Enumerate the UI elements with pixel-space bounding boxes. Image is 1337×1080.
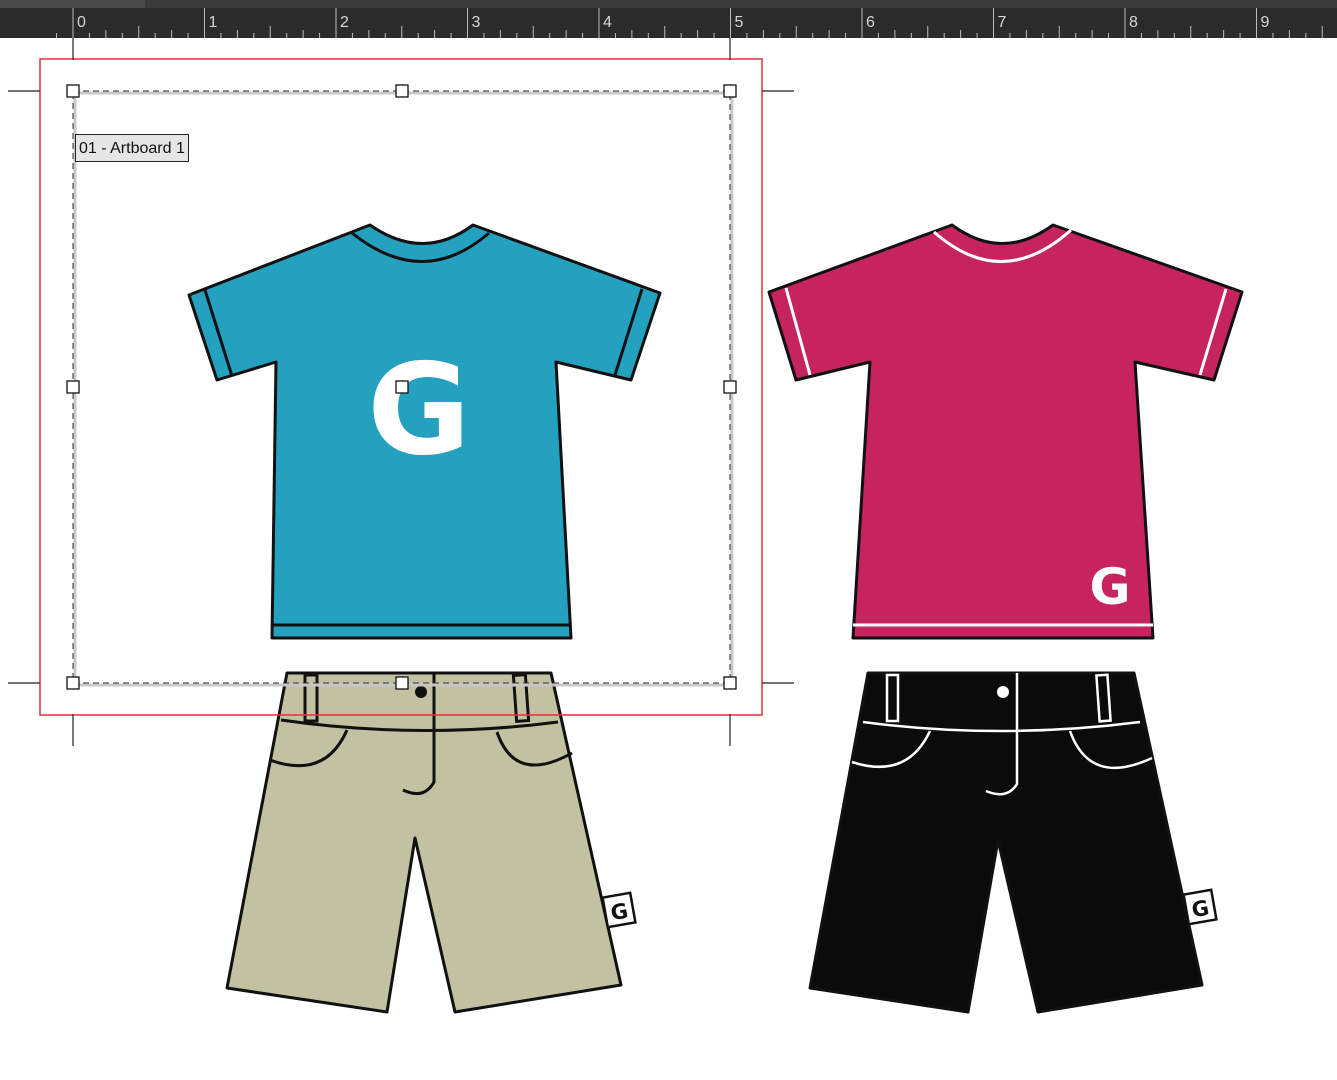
- handle-middle-right[interactable]: [723, 380, 737, 394]
- black-shorts-tag: G: [1182, 888, 1218, 926]
- black-shorts[interactable]: G: [808, 671, 1218, 1014]
- artwork: G G G G: [8, 38, 1244, 1014]
- top-strip-segment: [0, 0, 145, 8]
- handle-bottom-right[interactable]: [723, 676, 737, 690]
- pink-tshirt[interactable]: G: [767, 223, 1244, 640]
- handle-top-left[interactable]: [66, 84, 80, 98]
- handle-middle-left[interactable]: [66, 380, 80, 394]
- handle-top-right[interactable]: [723, 84, 737, 98]
- ruler-label: 3: [472, 14, 481, 31]
- document-canvas[interactable]: G G G G 01 - Artboard 1: [0, 38, 1337, 1080]
- handle-top-center[interactable]: [395, 84, 409, 98]
- window-top-strip: [0, 0, 1337, 8]
- blue-tshirt-logo: G: [367, 336, 470, 483]
- ruler-labels: 0 1 2 3 4 5 6 7 8 9: [77, 14, 1270, 31]
- handle-center[interactable]: [395, 380, 409, 394]
- khaki-shorts[interactable]: G: [225, 671, 637, 1014]
- ruler-graphic: 0 1 2 3 4 5 6 7 8 9: [56, 8, 1323, 38]
- black-shorts-button: [997, 686, 1009, 698]
- horizontal-ruler[interactable]: 0 1 2 3 4 5 6 7 8 9: [0, 8, 1337, 38]
- ruler-label: 7: [998, 14, 1007, 31]
- ruler-label: 5: [735, 14, 744, 31]
- ruler-label: 6: [866, 14, 875, 31]
- khaki-shorts-tag: G: [601, 891, 637, 929]
- pink-tshirt-body: [767, 223, 1244, 640]
- handle-bottom-left[interactable]: [66, 676, 80, 690]
- khaki-shorts-body: [225, 671, 623, 1014]
- ruler-label: 1: [209, 14, 218, 31]
- pink-tshirt-logo: G: [1089, 558, 1130, 616]
- blue-tshirt[interactable]: G: [187, 223, 662, 640]
- ruler-label: 8: [1129, 14, 1138, 31]
- ruler-label: 2: [340, 14, 349, 31]
- ruler-label: 0: [77, 14, 86, 31]
- khaki-shorts-button: [415, 686, 427, 698]
- ruler-label: 4: [603, 14, 612, 31]
- artboard-label[interactable]: 01 - Artboard 1: [75, 134, 189, 162]
- handle-bottom-center[interactable]: [395, 676, 409, 690]
- ruler-label: 9: [1261, 14, 1270, 31]
